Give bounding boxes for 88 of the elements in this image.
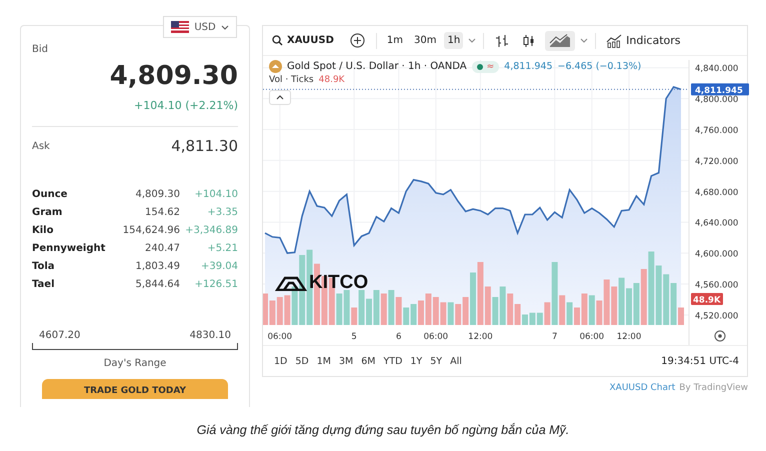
range-button[interactable]: 3M bbox=[336, 354, 356, 368]
y-axis-label: 4,560.000 bbox=[695, 280, 738, 291]
indicators-button[interactable]: Indicators bbox=[603, 30, 684, 50]
unit-name: Tael bbox=[32, 279, 56, 290]
unit-price: 5,844.64 bbox=[134, 279, 180, 290]
ask-label: Ask bbox=[32, 140, 50, 152]
unit-name: Ounce bbox=[32, 189, 68, 200]
volume-value: 48.9K bbox=[318, 75, 345, 85]
currency-dropdown[interactable]: USD bbox=[163, 16, 237, 38]
range-button[interactable]: 5Y bbox=[427, 354, 446, 368]
range-button[interactable]: 6M bbox=[358, 354, 378, 368]
range-low: 4607.20 bbox=[39, 330, 80, 341]
area-chart-icon bbox=[549, 34, 572, 48]
indicators-icon bbox=[606, 34, 622, 48]
interval-button[interactable]: 1h bbox=[444, 32, 464, 49]
range-button[interactable]: 1Y bbox=[407, 354, 426, 368]
interval-button[interactable]: 1m bbox=[384, 32, 406, 49]
range-button[interactable]: YTD bbox=[380, 354, 406, 368]
unit-name: Tola bbox=[32, 261, 56, 272]
y-axis-label: 4,800.000 bbox=[695, 95, 738, 106]
interval-button[interactable]: 30m bbox=[411, 32, 440, 49]
x-axis-label: 06:00 bbox=[580, 332, 604, 342]
range-label: Day's Range bbox=[102, 358, 168, 369]
clock-text: 19:34:51 UTC-4 bbox=[661, 356, 739, 366]
range-high: 4830.10 bbox=[190, 330, 231, 341]
bid-price: 4,809.30 bbox=[108, 61, 238, 91]
y-axis-label: 4,600.000 bbox=[695, 250, 738, 260]
x-axis-label: 6 bbox=[396, 332, 402, 342]
unit-price: 240.47 bbox=[144, 243, 180, 254]
logo-mark-icon bbox=[275, 275, 307, 291]
x-axis-label: 06:00 bbox=[424, 332, 448, 342]
legend-price: 4,811.945 bbox=[504, 61, 553, 72]
unit-change: +3.35 bbox=[206, 207, 238, 218]
market-status-badge: ≈ bbox=[472, 60, 500, 72]
bars-icon bbox=[495, 34, 510, 48]
unit-change: +39.04 bbox=[200, 261, 238, 272]
chart-style-button[interactable] bbox=[545, 30, 576, 50]
unit-name: Gram bbox=[32, 207, 64, 218]
y-axis-label: 4,520.000 bbox=[695, 311, 738, 322]
settings-icon[interactable] bbox=[714, 330, 726, 342]
unit-change: +3,346.89 bbox=[184, 225, 238, 236]
x-axis-label: 7 bbox=[552, 332, 558, 342]
collapse-button[interactable] bbox=[269, 90, 291, 105]
volume-label: Vol · Ticks bbox=[269, 75, 314, 85]
credit-text: By TradingView bbox=[679, 383, 748, 393]
trade-button[interactable]: TRADE GOLD TODAY bbox=[42, 379, 228, 399]
price-tag: 4,811.945 bbox=[691, 83, 749, 96]
symbol-title: Gold Spot / U.S. Dollar · 1h · OANDA bbox=[287, 61, 467, 72]
unit-name: Pennyweight bbox=[32, 243, 106, 254]
unit-change: +126.51 bbox=[194, 279, 238, 290]
x-axis-label: 5 bbox=[351, 332, 357, 342]
x-axis-label: 12:00 bbox=[616, 332, 642, 342]
flag-icon bbox=[171, 21, 190, 33]
chevron-down-icon[interactable] bbox=[468, 38, 476, 43]
coin-icon bbox=[269, 60, 282, 73]
unit-price: 1,803.49 bbox=[134, 261, 180, 272]
candles-icon bbox=[522, 34, 536, 48]
y-axis-label: 4,720.000 bbox=[695, 156, 738, 167]
ask-price: 4,811.30 bbox=[171, 137, 238, 155]
range-button[interactable]: 5D bbox=[292, 354, 312, 368]
search-icon bbox=[272, 35, 283, 46]
chart-link[interactable]: XAUUSD Chart bbox=[610, 383, 676, 393]
range-button[interactable]: 1M bbox=[314, 354, 334, 368]
x-axis-label: 06:00 bbox=[268, 332, 292, 342]
caption: Giá vàng thế giới tăng dựng đứng sau tuyên bố ngừng bắn của Mỹ. bbox=[196, 423, 570, 437]
range-button[interactable]: 1D bbox=[271, 354, 290, 368]
chevron-up-icon bbox=[276, 95, 284, 100]
chevron-down-icon[interactable] bbox=[580, 38, 588, 43]
add-symbol-icon[interactable] bbox=[350, 33, 365, 48]
unit-name: Kilo bbox=[32, 225, 54, 236]
bid-change: +104.10 (+2.21%) bbox=[133, 99, 238, 112]
unit-change: +5.21 bbox=[206, 243, 238, 254]
y-axis-label: 4,840.000 bbox=[695, 64, 738, 74]
bid-label: Bid bbox=[32, 44, 49, 55]
unit-change: +104.10 bbox=[194, 189, 238, 200]
y-axis-label: 4,640.000 bbox=[695, 218, 738, 229]
chevron-down-icon bbox=[220, 24, 229, 30]
kitco-logo: KITCO bbox=[275, 272, 368, 294]
unit-price: 154.62 bbox=[144, 207, 180, 218]
unit-price: 4,809.30 bbox=[134, 189, 180, 200]
volume-tag: 48.9K bbox=[691, 293, 723, 306]
y-axis-label: 4,680.000 bbox=[695, 188, 738, 198]
unit-price: 154,624.96 bbox=[122, 225, 180, 236]
range-button[interactable]: All bbox=[447, 354, 465, 368]
legend-change: −6.465 (−0.13%) bbox=[558, 61, 642, 72]
symbol-search-button[interactable]: XAUUSD bbox=[269, 32, 337, 49]
x-axis-label: 12:00 bbox=[468, 332, 493, 342]
y-axis-label: 4,760.000 bbox=[695, 126, 738, 136]
